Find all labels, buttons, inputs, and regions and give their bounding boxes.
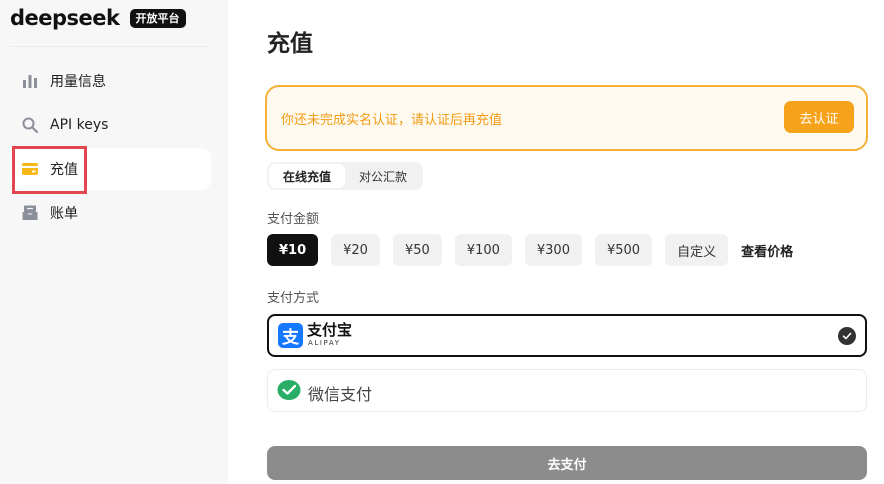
- check-icon: [838, 327, 856, 345]
- tab-corporate-transfer[interactable]: 对公汇款: [345, 164, 421, 188]
- inbox-icon: [22, 205, 38, 220]
- amount-options: ¥10 ¥20 ¥50 ¥100 ¥300 ¥500 自定义 查看价格: [267, 234, 793, 266]
- sidebar-divider: [10, 46, 208, 47]
- sidebar-item-usage[interactable]: 用量信息: [10, 60, 211, 102]
- amount-option-custom[interactable]: 自定义: [665, 234, 729, 266]
- bar-chart-icon: [23, 75, 37, 88]
- pay-button[interactable]: 去支付: [267, 446, 867, 480]
- payment-section-label: 支付方式: [267, 291, 320, 306]
- alipay-icon: 支: [278, 323, 303, 348]
- brand[interactable]: deepseek 开放平台: [10, 5, 186, 31]
- alipay-subtitle: ALIPAY: [308, 339, 341, 347]
- amount-option-500[interactable]: ¥500: [594, 234, 653, 266]
- selection-highlight: [12, 146, 87, 194]
- tab-online-recharge[interactable]: 在线充值: [269, 164, 346, 188]
- main-content: 充值 你还未完成实名认证，请认证后再充值 去认证 在线充值 对公汇款 支付金额 …: [228, 0, 884, 484]
- sidebar-item-label: 账单: [50, 206, 78, 222]
- sidebar-item-label: API keys: [50, 117, 109, 133]
- amount-option-50[interactable]: ¥50: [392, 234, 442, 266]
- wechat-name: 微信支付: [308, 385, 373, 404]
- payment-option-alipay[interactable]: 支 支付宝 ALIPAY: [267, 314, 867, 357]
- alipay-name: 支付宝: [307, 321, 353, 339]
- amount-section-label: 支付金额: [267, 212, 320, 227]
- payment-option-wechat[interactable]: 微信支付: [267, 369, 867, 412]
- amount-option-10[interactable]: ¥10: [267, 234, 319, 266]
- amount-option-300[interactable]: ¥300: [524, 234, 582, 266]
- sidebar-item-api-keys[interactable]: API keys: [10, 104, 211, 146]
- brand-logo: deepseek: [10, 6, 120, 30]
- sidebar: deepseek 开放平台 用量信息 API keys 充值 账单: [0, 0, 228, 484]
- sidebar-item-billing[interactable]: 账单: [10, 192, 211, 234]
- recharge-tabs: 在线充值 对公汇款: [267, 162, 424, 190]
- verification-alert: 你还未完成实名认证，请认证后再充值 去认证: [265, 85, 868, 151]
- view-pricing-link[interactable]: 查看价格: [741, 241, 793, 260]
- amount-option-20[interactable]: ¥20: [331, 234, 380, 266]
- sidebar-item-label: 用量信息: [50, 74, 106, 90]
- app: deepseek 开放平台 用量信息 API keys 充值 账单 充值 你还未…: [0, 0, 884, 484]
- verify-button[interactable]: 去认证: [784, 101, 854, 133]
- page-title: 充值: [267, 31, 313, 57]
- amount-option-100[interactable]: ¥100: [454, 234, 512, 266]
- platform-badge: 开放平台: [129, 8, 186, 28]
- search-icon: [22, 117, 39, 134]
- wechat-icon: [277, 380, 301, 400]
- alert-message: 你还未完成实名认证，请认证后再充值: [281, 112, 503, 128]
